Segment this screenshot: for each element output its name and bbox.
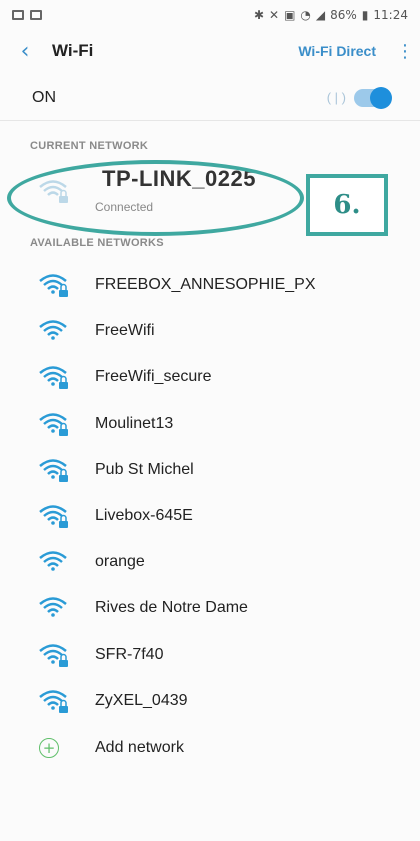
network-row[interactable]: Rives de Notre Dame [0,585,420,631]
wifi-direct-button[interactable]: Wi-Fi Direct [298,43,376,59]
signal-icon: ◢ [315,8,326,22]
annotation-ellipse [7,160,304,236]
network-row[interactable]: FREEBOX_ANNESOPHIE_PX [0,262,420,308]
network-name: FreeWifi_secure [95,368,212,386]
wifi-toggle-row[interactable]: ON ( | ) [0,75,420,121]
wifi-open-icon [39,320,67,340]
available-networks-header: AVAILABLE NETWORKS [30,237,164,249]
wifi-open-icon [39,597,67,618]
network-name: FreeWifi [95,322,155,340]
wifi-secured-icon [39,274,68,297]
wifi-open-icon [39,551,67,571]
add-network-label: Add network [95,739,184,756]
network-row[interactable]: SFR-7f40 [0,632,420,678]
back-arrow-icon[interactable]: ‹ [14,39,36,64]
network-row[interactable]: ZyXEL_0439 [0,678,420,724]
toggle-knob [370,86,392,109]
status-notifications [12,10,42,20]
network-name: Pub St Michel [95,460,194,478]
network-row[interactable]: Moulinet13 [0,401,420,447]
message-notification-icon [30,10,42,20]
page-title: Wi-Fi [52,41,94,60]
network-name: Moulinet13 [95,414,174,432]
network-name: ZyXEL_0439 [95,691,188,709]
battery-icon: ▮ [361,8,369,22]
network-row[interactable]: Pub St Michel [0,447,420,493]
network-name: SFR-7f40 [95,645,164,663]
clock: 11:24 [373,8,408,22]
wifi-secured-icon [39,366,68,390]
network-row[interactable]: Livebox-645E [0,493,420,539]
wifi-toggle-switch[interactable] [354,86,392,109]
gallery-notification-icon [12,10,24,20]
current-network-header: CURRENT NETWORK [30,140,149,152]
battery-percentage: 86% [330,8,357,22]
wifi-secured-icon [39,505,68,528]
network-name: orange [95,553,145,571]
wifi-secured-icon [39,412,68,436]
network-name: FREEBOX_ANNESOPHIE_PX [95,276,316,293]
wifi-toggle-label: ON [32,88,56,106]
network-row[interactable]: FreeWifi [0,308,420,354]
add-icon: + [39,738,59,758]
network-name: Rives de Notre Dame [95,599,248,617]
wifi-secured-icon [39,690,68,713]
bluetooth-icon: ✱ [253,8,264,22]
more-options-icon[interactable]: ⋮ [396,41,414,62]
wifi-secured-icon [39,643,68,667]
status-system: ✱ ✕ ▣ ◔ ◢ 86% ▮ 11:24 [254,8,408,22]
wifi-status-icon: ◔ [300,8,311,22]
wifi-secured-icon [39,459,68,482]
status-bar: ✱ ✕ ▣ ◔ ◢ 86% ▮ 11:24 [0,0,420,30]
add-network-row[interactable]: + Add network [0,725,420,771]
step-annotation-badge: 6. [306,174,388,236]
data-saver-icon: ▣ [284,8,296,22]
network-name: Livebox-645E [95,507,193,524]
mute-icon: ✕ [269,8,280,22]
app-bar: ‹ Wi-Fi Wi-Fi Direct ⋮ [0,30,420,72]
toggle-indicator: ( | ) [326,90,346,105]
network-row[interactable]: orange [0,539,420,585]
network-row[interactable]: FreeWifi_secure [0,354,420,400]
